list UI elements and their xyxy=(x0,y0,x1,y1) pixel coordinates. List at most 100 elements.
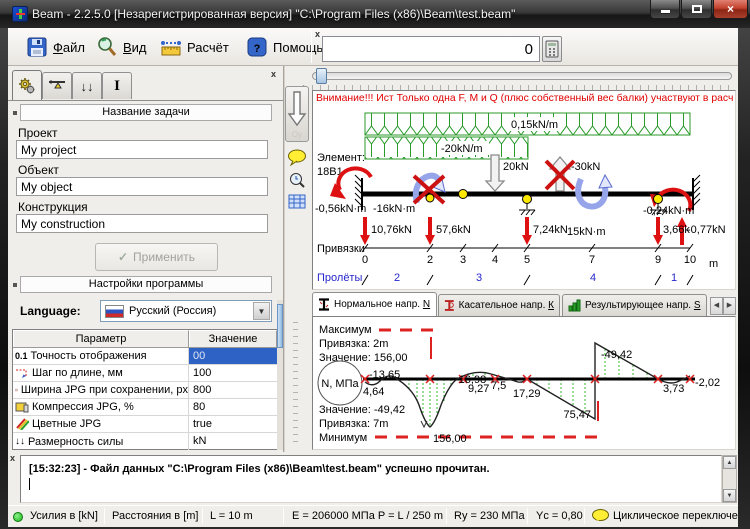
zoom-slider[interactable] xyxy=(312,72,732,80)
value-label: 4,64 xyxy=(363,386,384,398)
span-value: 4 xyxy=(590,272,596,284)
log-panel[interactable]: [15:32:23] - Файл данных "C:\Program Fil… xyxy=(20,455,722,503)
task-group-header: Название задачи xyxy=(20,104,272,121)
construction-input[interactable] xyxy=(16,214,268,233)
normal-stress-icon xyxy=(318,298,330,311)
calculator-button[interactable] xyxy=(542,36,562,62)
file-menu-label: Файл xyxy=(53,40,85,55)
apply-button[interactable]: ✓ Применить xyxy=(95,243,218,271)
file-menu-button[interactable]: Файл xyxy=(18,31,93,63)
jpg-width-icon xyxy=(15,384,18,396)
tab-normal-stress[interactable]: Нормальное напр. N xyxy=(312,292,437,316)
project-label: Проект xyxy=(18,126,58,140)
construction-label: Конструкция xyxy=(18,200,88,214)
zoom-tool-icon[interactable] xyxy=(288,171,306,189)
check-icon: ✓ xyxy=(118,250,128,264)
node-3m[interactable] xyxy=(459,190,468,199)
selected-cell[interactable]: 00 xyxy=(189,348,277,364)
beam-diagram[interactable]: 0,15kN/m -20kN/m Элемент: 18В1 20kN -30k… xyxy=(313,91,735,289)
reaction-label: 57,6kN xyxy=(436,224,471,236)
tab-label: Результирующее напр. S xyxy=(585,300,701,311)
table-row[interactable]: Шаг по длине, мм 100 xyxy=(13,365,277,382)
stress-diagram[interactable]: Максимум Привязка: 2m Значение: 156,00 N… xyxy=(313,317,735,449)
span-ticks xyxy=(362,275,693,285)
value-label: 17,29 xyxy=(513,388,541,400)
table-row[interactable]: Ширина JPG при сохранении, px 800 xyxy=(13,382,277,399)
moment-left-arc xyxy=(338,168,371,190)
axis-oy-button[interactable]: Oy xyxy=(285,86,309,142)
ibeam-icon: I xyxy=(114,78,120,95)
tab-settings[interactable] xyxy=(12,70,42,100)
node-2m[interactable] xyxy=(426,194,434,202)
tab-shear-stress[interactable]: Касательное напр. К xyxy=(438,294,560,316)
element-label: Элемент: xyxy=(317,152,365,164)
tab-resulting-stress[interactable]: Результирующее напр. S xyxy=(562,294,707,316)
value-input[interactable] xyxy=(322,36,540,62)
value-label: 7,5 xyxy=(491,380,506,392)
scroll-up-icon[interactable]: ▲ xyxy=(723,456,736,469)
table-row[interactable]: ↓↓Размерность силы kN xyxy=(13,433,277,450)
help-icon: ? xyxy=(246,36,268,58)
oy-label: Oy xyxy=(286,130,308,139)
param-column-header[interactable]: Параметр xyxy=(13,330,189,347)
moment-label: -0,24kN·m xyxy=(643,205,694,217)
span-value: 3 xyxy=(476,272,482,284)
reaction-arrows xyxy=(365,217,682,245)
status-separator xyxy=(104,508,105,524)
svg-text:?: ? xyxy=(254,43,261,55)
table-row[interactable]: Цветные JPG true xyxy=(13,416,277,433)
table-row[interactable]: 0.1Точность отображения 00 xyxy=(13,348,277,365)
group-dot2 xyxy=(13,283,17,287)
tab-scroll-left[interactable]: ◀ xyxy=(710,297,723,315)
hint-balloon-icon[interactable] xyxy=(592,509,609,521)
input-panel-close[interactable]: x xyxy=(315,30,320,38)
tab-section[interactable]: I xyxy=(102,72,132,99)
step-length-icon xyxy=(15,367,29,379)
scroll-down-icon[interactable]: ▼ xyxy=(723,489,736,502)
group-dot xyxy=(13,111,17,115)
status-separator xyxy=(446,508,447,524)
maximize-button[interactable] xyxy=(681,0,712,19)
status-distances: Расстояния в [m] xyxy=(112,510,199,522)
tab-scroll-right[interactable]: ▶ xyxy=(723,297,736,315)
calc-menu-label: Расчёт xyxy=(187,40,229,55)
status-cyclic: Циклическое переключе xyxy=(613,510,738,522)
log-scrollbar[interactable]: ▲ ▼ xyxy=(722,455,737,503)
value-label: 156,00 xyxy=(433,433,467,445)
calculator-icon xyxy=(545,40,559,58)
language-select[interactable]: Русский (Россия) ▼ xyxy=(100,300,272,322)
table-tool-icon[interactable] xyxy=(288,194,306,209)
comment-bubble-icon[interactable] xyxy=(287,149,307,166)
minimize-button[interactable] xyxy=(650,0,680,19)
bar-chart-icon xyxy=(568,299,581,312)
close-icon: × xyxy=(714,0,747,18)
object-input[interactable] xyxy=(16,177,268,196)
title-bar[interactable]: Beam - 2.2.5.0 [Незарегистрированная вер… xyxy=(0,0,750,28)
tab-label: Нормальное напр. N xyxy=(334,299,430,310)
table-row[interactable]: Компрессия JPG, % 80 xyxy=(13,399,277,416)
log-close[interactable]: x xyxy=(10,454,15,462)
max-anchor: Привязка: 2m xyxy=(319,338,388,350)
settings-group-header: Настройки программы xyxy=(20,276,272,293)
view-menu-button[interactable]: Вид xyxy=(88,31,155,63)
save-floppy-icon xyxy=(26,36,48,58)
force-20kn-arrow[interactable] xyxy=(486,155,504,191)
roller-support-5m[interactable] xyxy=(519,195,535,216)
zoom-slider-thumb[interactable] xyxy=(316,68,327,84)
max-label: Максимум xyxy=(319,324,372,336)
project-input[interactable] xyxy=(16,140,268,159)
sidebar-close[interactable]: x xyxy=(271,70,276,78)
status-separator xyxy=(584,508,585,524)
tab-supports[interactable] xyxy=(42,72,72,99)
value-column-header[interactable]: Значение xyxy=(189,330,277,347)
precision-icon: 0.1 xyxy=(15,351,28,361)
close-button[interactable]: × xyxy=(713,0,748,19)
beam-support-icon xyxy=(48,79,66,93)
chevron-down-icon[interactable]: ▼ xyxy=(253,302,270,320)
tab-loads[interactable]: ↓↓ xyxy=(72,72,102,99)
load1-label: 0,15kN/m xyxy=(511,119,558,131)
calc-menu-button[interactable]: Расчёт xyxy=(152,31,237,63)
value-label: -49,42 xyxy=(601,349,632,361)
jpg-compression-icon xyxy=(15,401,29,413)
value-label: -2,02 xyxy=(695,377,720,389)
